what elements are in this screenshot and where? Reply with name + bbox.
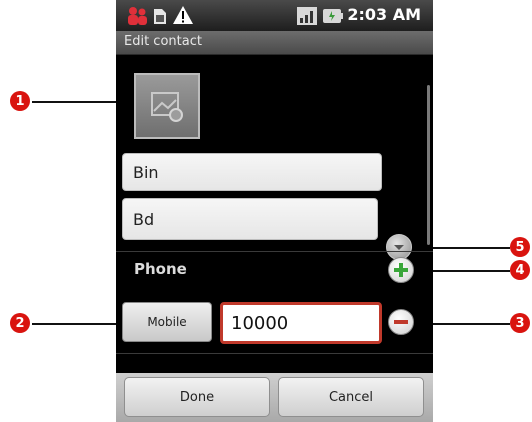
minus-icon	[394, 320, 408, 324]
status-time: 2:03 AM	[347, 5, 421, 24]
edit-form: Bin Bd Phone Mobile 10000	[116, 55, 433, 375]
signal-icon	[297, 7, 317, 25]
section-divider	[116, 251, 433, 252]
status-bar: 2:03 AM	[116, 0, 433, 31]
done-button[interactable]: Done	[124, 377, 270, 417]
screen-title: Edit contact	[124, 34, 202, 49]
title-bar: Edit contact	[116, 31, 433, 55]
phone-type-selector[interactable]: Mobile	[122, 302, 212, 342]
contact-photo-button[interactable]	[134, 73, 200, 139]
section-divider-bottom	[116, 353, 433, 354]
sd-card-icon	[154, 9, 166, 24]
picture-placeholder-icon	[151, 92, 183, 122]
phone-screen: 2:03 AM Edit contact Bin Bd Phone Mobile…	[116, 0, 433, 422]
cancel-button[interactable]: Cancel	[278, 377, 424, 417]
contacts-notification-icon	[128, 7, 147, 25]
callout-4: 4	[510, 260, 530, 280]
chevron-down-icon	[394, 245, 404, 250]
callout-5: 5	[510, 237, 530, 257]
warning-icon	[173, 6, 193, 24]
callout-1: 1	[10, 91, 30, 111]
scrollbar[interactable]	[427, 85, 430, 245]
phone-number-input[interactable]: 10000	[220, 302, 382, 344]
add-phone-button[interactable]	[388, 257, 414, 283]
last-name-field[interactable]: Bd	[122, 198, 378, 240]
callout-2: 2	[10, 313, 30, 333]
phone-section-label: Phone	[134, 260, 187, 278]
battery-icon	[323, 9, 343, 23]
first-name-field[interactable]: Bin	[122, 153, 382, 191]
callout-3: 3	[510, 313, 530, 333]
plus-icon	[394, 263, 408, 277]
remove-phone-button[interactable]	[388, 309, 414, 335]
